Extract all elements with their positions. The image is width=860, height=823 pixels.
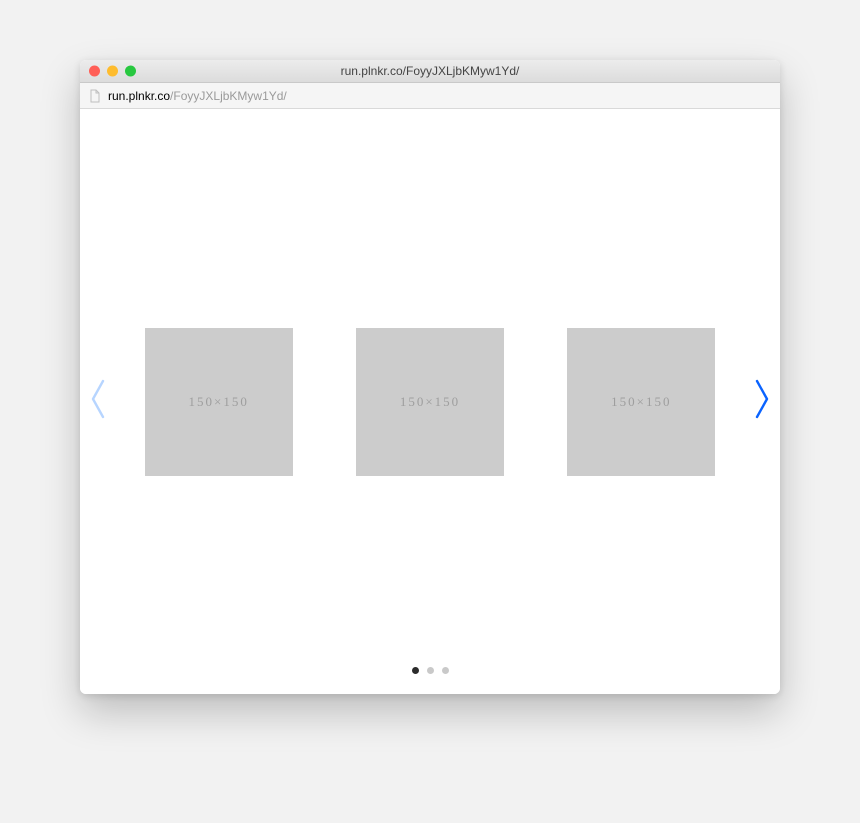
placeholder-image[interactable]: 150×150: [356, 328, 504, 476]
page-dot-1[interactable]: [412, 667, 419, 674]
window-title: run.plnkr.co/FoyyJXLjbKMyw1Yd/: [88, 64, 772, 78]
window-maximize-button[interactable]: [125, 66, 136, 77]
browser-window: run.plnkr.co/FoyyJXLjbKMyw1Yd/ run.plnkr…: [80, 60, 780, 694]
window-close-button[interactable]: [89, 66, 100, 77]
window-titlebar: run.plnkr.co/FoyyJXLjbKMyw1Yd/: [80, 60, 780, 83]
carousel-next-button[interactable]: [748, 372, 776, 432]
carousel-pagination: [80, 667, 780, 674]
document-icon: [88, 89, 102, 103]
address-bar[interactable]: run.plnkr.co/FoyyJXLjbKMyw1Yd/: [80, 83, 780, 109]
carousel-slides: 150×150 150×150 150×150: [112, 328, 748, 476]
url-text: run.plnkr.co/FoyyJXLjbKMyw1Yd/: [108, 89, 287, 103]
placeholder-image[interactable]: 150×150: [145, 328, 293, 476]
carousel-prev-button[interactable]: [84, 372, 112, 432]
window-minimize-button[interactable]: [107, 66, 118, 77]
chevron-left-icon: [89, 375, 107, 428]
window-controls: [89, 66, 136, 77]
chevron-right-icon: [753, 375, 771, 428]
url-host: run.plnkr.co: [108, 89, 170, 103]
placeholder-image[interactable]: 150×150: [567, 328, 715, 476]
page-dot-2[interactable]: [427, 667, 434, 674]
page-dot-3[interactable]: [442, 667, 449, 674]
url-path: /FoyyJXLjbKMyw1Yd/: [170, 89, 287, 103]
page-content: 150×150 150×150 150×150: [80, 109, 780, 694]
carousel: 150×150 150×150 150×150: [80, 328, 780, 476]
